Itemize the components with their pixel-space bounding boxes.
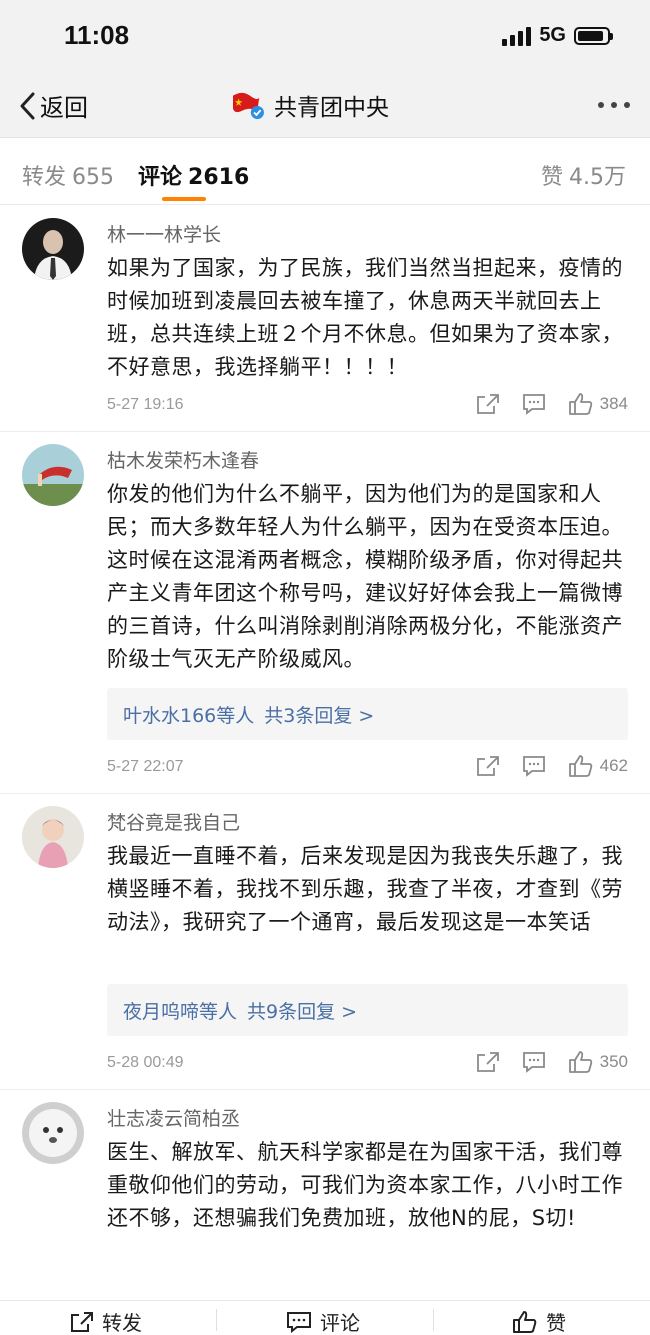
comment-text: 你发的他们为什么不躺平，因为他们为的是国家和人民；而大多数年轻人为什么躺平，因为…	[107, 482, 623, 671]
status-bar: 11:08 5G	[0, 0, 650, 72]
user-avatar-icon	[22, 444, 84, 506]
comment-time: 5-27 22:07	[107, 758, 184, 775]
reply-count: 共3条回复 >	[264, 705, 375, 727]
account-header[interactable]: 共青团中央	[230, 88, 389, 122]
like-label: 赞	[546, 1311, 566, 1335]
share-icon	[476, 1052, 499, 1072]
repost-button[interactable]: 转发	[70, 1307, 142, 1335]
divider	[216, 1309, 217, 1331]
active-tab-indicator	[162, 197, 206, 201]
nav-bar: 返回 共青团中央	[0, 72, 650, 138]
more-options-button[interactable]	[598, 102, 630, 108]
status-time: 11:08	[64, 20, 130, 50]
comment-label: 评论	[320, 1311, 360, 1335]
reply-button[interactable]	[522, 1051, 546, 1073]
reply-names: 夜月呜啼等人	[123, 1001, 238, 1023]
thumbs-up-icon	[568, 393, 592, 415]
comment-text: 医生、解放军、航天科学家都是在为国家干活，我们尊重敬仰他们的劳动，可我们为资本家…	[107, 1140, 623, 1230]
tab-comments-count: 2616	[188, 165, 250, 190]
comment-item: 枯木发荣朽木逢春 你发的他们为什么不躺平，因为他们为的是国家和人民；而大多数年轻…	[0, 432, 650, 794]
reply-names: 叶水水166等人	[123, 705, 255, 727]
tab-likes-label: 赞	[540, 165, 563, 190]
youth-league-flag-icon	[233, 92, 264, 120]
avatar[interactable]	[22, 1102, 84, 1164]
bottom-action-bar: 转发 评论 赞	[0, 1300, 650, 1335]
tab-bar: 转发 655 评论 2616 赞 4.5万	[0, 139, 650, 205]
replies-preview[interactable]: 叶水水166等人 共3条回复 >	[107, 688, 628, 740]
comment-item: 梵谷竟是我自己 我最近一直睡不着，后来发现是因为我丧失乐趣了，我横竖睡不着，我找…	[0, 794, 650, 1090]
tab-likes[interactable]: 赞 4.5万	[541, 159, 626, 191]
comment-item: 壮志凌云简柏丞 医生、解放军、航天科学家都是在为国家干活，我们尊重敬仰他们的劳动…	[0, 1090, 650, 1300]
comment-icon	[522, 756, 545, 777]
user-avatar-icon	[22, 806, 84, 868]
like-button[interactable]: 350	[568, 1050, 628, 1074]
comment-icon	[287, 1311, 311, 1333]
like-count: 462	[599, 756, 628, 775]
thumbs-up-icon	[513, 1310, 537, 1333]
reply-button[interactable]	[522, 755, 546, 777]
comment-actions: 462	[476, 754, 628, 778]
repost-label: 转发	[102, 1311, 142, 1335]
comment-text: 我最近一直睡不着，后来发现是因为我丧失乐趣了，我横竖睡不着，我找不到乐趣，我查了…	[107, 844, 623, 934]
comment-time: 5-27 19:16	[107, 396, 184, 413]
like-button[interactable]: 384	[568, 392, 628, 416]
tab-comments-label: 评论	[138, 165, 183, 190]
comment-username[interactable]: 枯木发荣朽木逢春	[107, 446, 259, 473]
user-avatar-icon	[22, 1102, 84, 1164]
tab-likes-count: 4.5万	[569, 165, 626, 190]
replies-preview[interactable]: 夜月呜啼等人 共9条回复 >	[107, 984, 628, 1036]
comment-button[interactable]: 评论	[286, 1307, 360, 1335]
like-count: 384	[599, 394, 628, 413]
page-title: 共青团中央	[274, 95, 389, 121]
like-count: 350	[599, 1052, 628, 1071]
user-avatar-icon	[22, 218, 84, 280]
more-dot-icon	[598, 102, 604, 108]
comment-icon	[522, 394, 545, 415]
avatar[interactable]	[22, 218, 84, 280]
comment-item: 林一一林学长 如果为了国家，为了民族，我们当然当担起来，疫情的时候加班到凌晨回去…	[0, 206, 650, 432]
divider	[433, 1309, 434, 1331]
repost-icon	[71, 1311, 93, 1332]
reply-count: 共9条回复 >	[247, 1001, 358, 1023]
status-icons: 5G	[502, 24, 613, 47]
battery-icon	[574, 26, 613, 45]
signal-icon	[502, 26, 532, 46]
thumbs-up-icon	[568, 1051, 592, 1073]
tab-repost-count: 655	[72, 165, 115, 190]
share-button[interactable]	[476, 393, 500, 415]
reply-button[interactable]	[522, 393, 546, 415]
comment-icon	[522, 1052, 545, 1073]
back-button[interactable]: 返回	[18, 88, 88, 123]
tab-repost-label: 转发	[22, 165, 67, 190]
comment-actions: 384	[476, 392, 628, 416]
comment-text: 如果为了国家，为了民族，我们当然当担起来，疫情的时候加班到凌晨回去被车撞了，休息…	[107, 256, 623, 379]
comment-actions: 350	[476, 1050, 628, 1074]
share-button[interactable]	[476, 755, 500, 777]
battery-level	[578, 30, 604, 41]
more-dot-icon	[624, 102, 630, 108]
share-icon	[476, 756, 499, 776]
tab-repost[interactable]: 转发 655	[22, 159, 114, 191]
share-icon	[476, 394, 499, 414]
avatar[interactable]	[22, 806, 84, 868]
comment-time: 5-28 00:49	[107, 1054, 184, 1071]
avatar[interactable]	[22, 444, 84, 506]
thumbs-up-icon	[568, 755, 592, 777]
tab-comments[interactable]: 评论 2616	[138, 159, 249, 191]
back-label: 返回	[40, 94, 88, 122]
chevron-left-icon	[20, 92, 35, 119]
more-dot-icon	[611, 102, 617, 108]
network-type: 5G	[539, 24, 566, 46]
comment-username[interactable]: 林一一林学长	[107, 220, 221, 247]
like-button[interactable]: 赞	[512, 1307, 566, 1335]
comment-username[interactable]: 壮志凌云简柏丞	[107, 1104, 240, 1131]
like-button[interactable]: 462	[568, 754, 628, 778]
share-button[interactable]	[476, 1051, 500, 1073]
comment-username[interactable]: 梵谷竟是我自己	[107, 808, 240, 835]
